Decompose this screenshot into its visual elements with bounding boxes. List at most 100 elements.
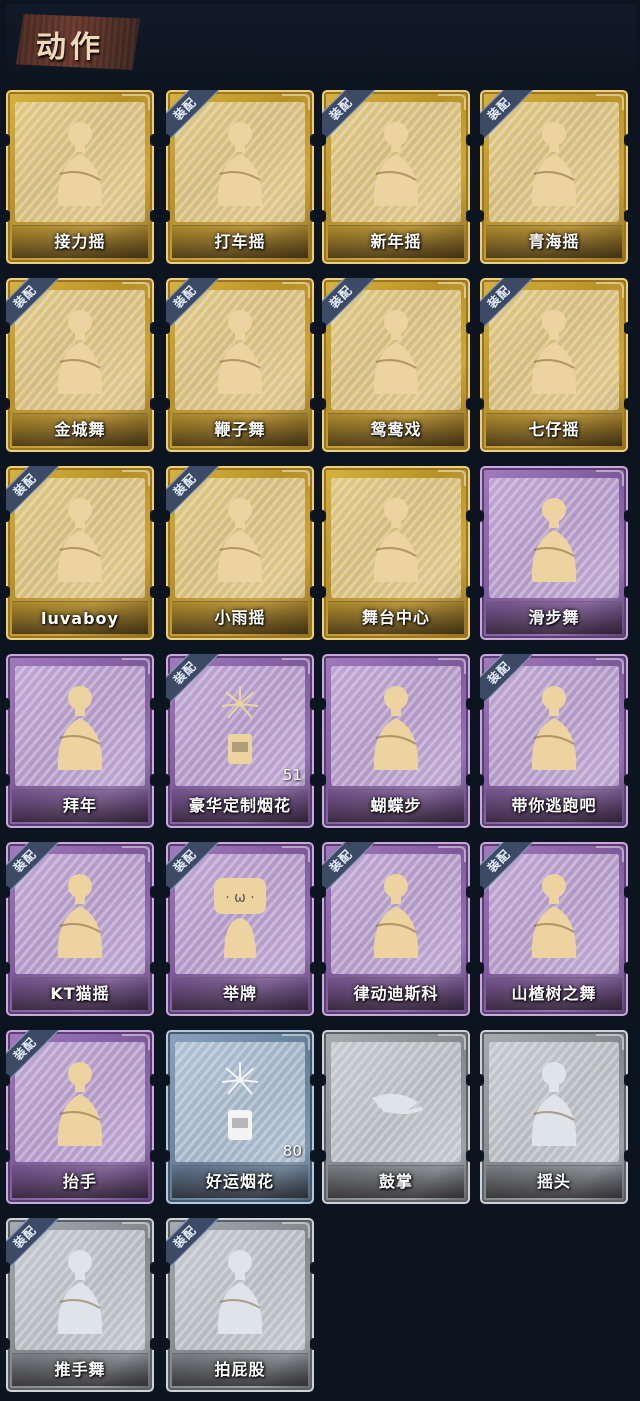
emote-card[interactable]: · ω · 举牌 装配 [166,842,314,1016]
emote-name: 七仔摇 [528,420,580,439]
frame-notch [466,586,470,598]
emote-name: 推手舞 [54,1360,106,1379]
fireworks-icon [221,686,259,764]
emote-name: 拜年 [62,796,97,815]
emote-card[interactable]: 51 豪华定制烟花 装配 [166,654,314,828]
emote-card[interactable]: 带你逃跑吧 装配 [480,654,628,828]
corner-ornament [438,94,466,110]
frame-notch [310,510,314,522]
emote-card[interactable]: 拜年 [6,654,154,828]
corner-ornament [282,282,310,298]
corner-ornament [596,94,624,110]
dancer-figure-icon [57,122,103,206]
emote-card[interactable]: 鞭子舞 装配 [166,278,314,452]
dancer-figure-icon [531,122,577,206]
frame-notch [310,134,314,146]
emote-name: 律动迪斯科 [353,984,439,1003]
frame-notch [310,1074,314,1086]
emote-card[interactable]: 新年摇 装配 [322,90,470,264]
frame-notch [624,586,628,598]
dancer-figure-icon [373,498,419,582]
frame-notch [150,398,154,410]
frame-notch [624,1074,628,1086]
emote-name: 好运烟花 [205,1172,274,1191]
emote-name: 舞台中心 [361,608,430,627]
emote-name: 蝴蝶步 [370,796,422,815]
frame-notch [150,586,154,598]
corner-ornament [122,94,150,110]
emote-card[interactable]: 鼓掌 [322,1030,470,1204]
emote-card[interactable]: 律动迪斯科 装配 [322,842,470,1016]
emote-name: 抬手 [62,1172,97,1191]
dancer-figure-icon [531,686,577,770]
emote-card[interactable]: 青海摇 装配 [480,90,628,264]
emote-name: 带你逃跑吧 [511,796,597,815]
emote-card[interactable]: 抬手 装配 [6,1030,154,1204]
emote-name: 山楂树之舞 [511,984,597,1003]
emote-name: 豪华定制烟花 [188,796,291,815]
frame-notch [150,1074,154,1086]
emote-name: 金城舞 [54,420,106,439]
frame-notch [310,398,314,410]
emote-card[interactable]: 滑步舞 [480,466,628,640]
emote-card[interactable]: 推手舞 装配 [6,1218,154,1392]
dancer-figure-icon [531,310,577,394]
frame-notch [624,322,628,334]
emote-card[interactable]: 蝴蝶步 [322,654,470,828]
emote-card[interactable]: 山楂树之舞 装配 [480,842,628,1016]
emote-card[interactable]: luvaboy 装配 [6,466,154,640]
corner-ornament [282,1222,310,1238]
dancer-figure-icon [373,310,419,394]
frame-notch [310,1262,314,1274]
dancer-figure-icon [217,1250,263,1334]
dancer-figure-icon [57,498,103,582]
corner-ornament [438,846,466,862]
frame-notch [466,962,470,974]
emote-card[interactable]: 拍屁股 装配 [166,1218,314,1392]
frame-notch [624,774,628,786]
dancer-figure-icon [373,122,419,206]
corner-ornament [596,1034,624,1050]
frame-notch [310,886,314,898]
frame-notch [624,698,628,710]
emote-card[interactable]: 打车摇 装配 [166,90,314,264]
emote-card[interactable]: 80 好运烟花 [166,1030,314,1204]
emote-name: 摇头 [536,1172,571,1191]
frame-notch [624,510,628,522]
emote-name: 鞭子舞 [214,420,266,439]
emote-card[interactable]: 舞台中心 [322,466,470,640]
emote-card[interactable]: 小雨摇 装配 [166,466,314,640]
emote-card[interactable]: 摇头 [480,1030,628,1204]
emote-card[interactable]: 接力摇 [6,90,154,264]
emote-card[interactable]: 七仔摇 装配 [480,278,628,452]
frame-notch [624,1150,628,1162]
dancer-figure-icon [57,310,103,394]
frame-notch [150,134,154,146]
corner-ornament [596,282,624,298]
item-count: 51 [282,766,302,784]
frame-notch [624,962,628,974]
dancer-figure-icon [217,310,263,394]
dancer-figure-icon [217,122,263,206]
frame-notch [310,210,314,222]
dancer-figure-icon [373,874,419,958]
frame-notch [624,398,628,410]
corner-ornament [438,282,466,298]
corner-ornament [122,1034,150,1050]
emote-card[interactable]: KT猫摇 装配 [6,842,154,1016]
header-bar: 动作 [6,4,636,76]
frame-notch [624,134,628,146]
emote-name: 举牌 [222,984,257,1003]
frame-notch [466,134,470,146]
page-title: 动作 [36,30,104,65]
dancer-figure-icon [531,874,577,958]
frame-notch [466,510,470,522]
emote-card[interactable]: 鸳鸯戏 装配 [322,278,470,452]
emote-name: 小雨摇 [214,608,266,627]
frame-notch [466,886,470,898]
frame-notch [310,962,314,974]
frame-notch [310,1338,314,1350]
clapping-hands-icon [372,1093,423,1115]
frame-notch [150,510,154,522]
emote-card[interactable]: 金城舞 装配 [6,278,154,452]
